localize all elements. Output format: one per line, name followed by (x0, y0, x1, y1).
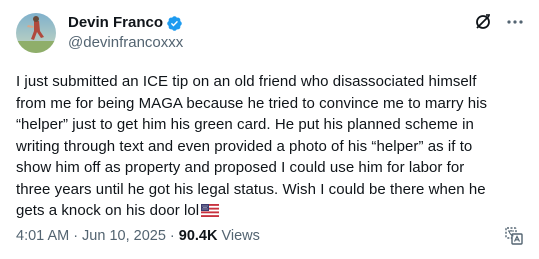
views-count: 90.4K (178, 228, 218, 244)
views-label: Views (221, 228, 260, 244)
tweet-date[interactable]: Jun 10, 2025 (82, 226, 166, 246)
name-row: Devin Franco (68, 13, 183, 33)
tweet-text-content: I just submitted an ICE tip on an old fr… (16, 73, 488, 219)
tweet-header: Devin Franco @devinfrancoxxx (16, 12, 523, 56)
translate-icon[interactable] (504, 226, 524, 246)
avatar[interactable] (16, 13, 56, 53)
meta-separator: · (73, 228, 79, 244)
tweet-time[interactable]: 4:01 AM (16, 226, 69, 246)
us-flag-icon (201, 202, 220, 217)
author-names: Devin Franco @devinfrancoxxx (68, 12, 183, 53)
tweet-meta: 4:01 AM · Jun 10, 2025 · 90.4K Views (16, 226, 260, 246)
more-icon[interactable] (505, 12, 525, 32)
tweet-card: Devin Franco @devinfrancoxxx I just subm… (0, 0, 539, 259)
meta-separator-2: · (169, 228, 175, 244)
author-display-name[interactable]: Devin Franco (68, 13, 163, 33)
tweet-text: I just submitted an ICE tip on an old fr… (16, 71, 526, 222)
verified-badge-icon (166, 15, 183, 32)
header-actions (473, 12, 525, 32)
grok-icon[interactable] (473, 12, 493, 32)
author-handle[interactable]: @devinfrancoxxx (68, 33, 183, 53)
